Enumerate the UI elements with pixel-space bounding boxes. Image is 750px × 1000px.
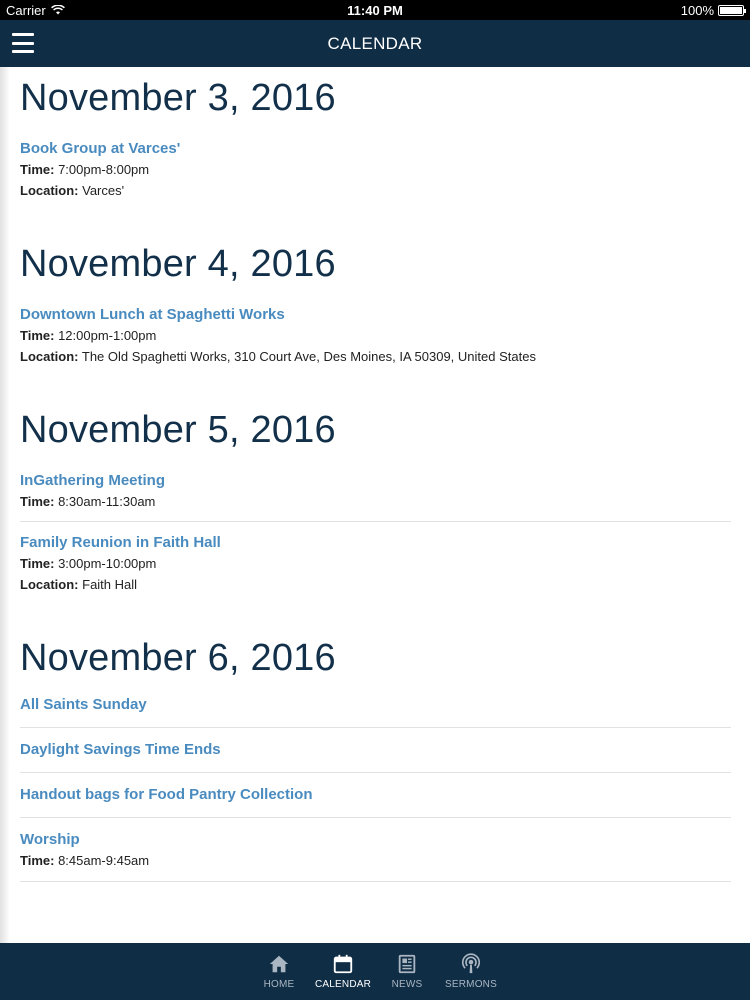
nav-bar: CALENDAR: [0, 20, 750, 67]
event-title[interactable]: Daylight Savings Time Ends: [20, 740, 731, 760]
clock: 11:40 PM: [347, 2, 403, 18]
tab-bar: HOME CALENDAR NEWS SERMONS: [0, 943, 750, 1000]
event-item[interactable]: Downtown Lunch at Spaghetti Works Time: …: [20, 287, 731, 367]
tab-calendar[interactable]: CALENDAR: [311, 943, 375, 1000]
wifi-icon: [50, 5, 65, 15]
event-title[interactable]: Downtown Lunch at Spaghetti Works: [20, 305, 731, 325]
event-item[interactable]: All Saints Sunday: [20, 681, 731, 728]
event-item[interactable]: Worship Time: 8:45am-9:45am: [20, 818, 731, 882]
event-time: Time: 8:45am-9:45am: [20, 853, 150, 868]
menu-button[interactable]: [12, 33, 34, 53]
event-item[interactable]: Daylight Savings Time Ends: [20, 728, 731, 773]
event-item[interactable]: InGathering Meeting Time: 8:30am-11:30am: [20, 453, 731, 522]
event-item[interactable]: Book Group at Varces' Time: 7:00pm-8:00p…: [20, 121, 731, 201]
app-screen: Carrier 11:40 PM 100% CALENDAR November …: [0, 0, 750, 1000]
event-title[interactable]: All Saints Sunday: [20, 695, 731, 715]
hamburger-icon: [12, 33, 34, 36]
day-section: November 6, 2016 All Saints Sunday Dayli…: [0, 595, 750, 882]
event-title[interactable]: Worship: [20, 830, 731, 850]
day-section: November 4, 2016 Downtown Lunch at Spagh…: [0, 201, 750, 367]
event-time: Time: 8:30am-11:30am: [20, 494, 156, 509]
day-section: November 3, 2016 Book Group at Varces' T…: [0, 67, 750, 201]
calendar-list[interactable]: November 3, 2016 Book Group at Varces' T…: [0, 67, 750, 943]
calendar-icon: [333, 954, 353, 974]
event-title[interactable]: Family Reunion in Faith Hall: [20, 533, 731, 553]
event-time: Time: 7:00pm-8:00pm: [20, 162, 150, 177]
status-bar: Carrier 11:40 PM 100%: [0, 0, 750, 20]
carrier-label: Carrier: [6, 2, 46, 18]
podcast-icon: [461, 953, 481, 974]
day-heading: November 3, 2016: [20, 77, 336, 119]
home-icon: [269, 955, 289, 973]
day-section: November 5, 2016 InGathering Meeting Tim…: [0, 367, 750, 595]
event-title[interactable]: Book Group at Varces': [20, 139, 731, 159]
event-title[interactable]: Handout bags for Food Pantry Collection: [20, 785, 731, 805]
event-item[interactable]: Handout bags for Food Pantry Collection: [20, 773, 731, 818]
page-title: CALENDAR: [327, 33, 423, 53]
event-item[interactable]: Family Reunion in Faith Hall Time: 3:00p…: [20, 522, 731, 595]
day-heading: November 4, 2016: [20, 243, 336, 285]
event-title[interactable]: InGathering Meeting: [20, 471, 731, 491]
event-time: Time: 12:00pm-1:00pm: [20, 328, 157, 343]
day-heading: November 5, 2016: [20, 409, 336, 451]
event-location: Location: Varces': [20, 183, 125, 198]
event-time: Time: 3:00pm-10:00pm: [20, 556, 157, 571]
event-location: Location: The Old Spaghetti Works, 310 C…: [20, 349, 536, 364]
news-icon: [398, 954, 416, 974]
battery-percent: 100%: [680, 2, 714, 18]
day-heading: November 6, 2016: [20, 637, 336, 679]
tab-news[interactable]: NEWS: [375, 943, 439, 1000]
tab-home[interactable]: HOME: [247, 943, 311, 1000]
tab-sermons[interactable]: SERMONS: [439, 943, 503, 1000]
event-location: Location: Faith Hall: [20, 577, 138, 592]
battery-icon: [718, 4, 746, 16]
